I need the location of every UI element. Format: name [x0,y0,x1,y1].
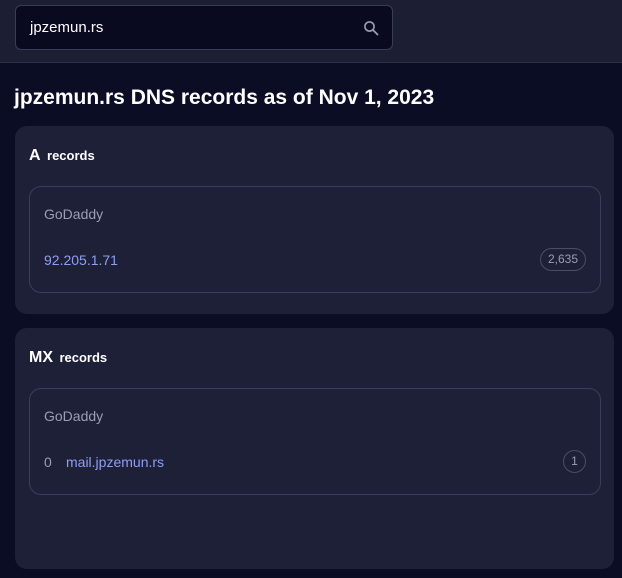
a-records-heading: A records [29,147,95,165]
record-type-suffix: records [59,350,108,365]
record-priority: 0 [44,454,52,470]
search-icon[interactable] [363,20,379,36]
record-type-suffix: records [47,148,95,163]
provider-group-godaddy: GoDaddy 0 mail.jpzemun.rs 1 [29,388,601,495]
record-value-link[interactable]: 92.205.1.71 [44,252,118,268]
record-row: 92.205.1.71 2,635 [44,248,586,274]
search-input-value[interactable]: jpzemun.rs [30,19,103,36]
provider-group-godaddy: GoDaddy 92.205.1.71 2,635 [29,186,601,293]
a-records-card: A records GoDaddy 92.205.1.71 2,635 [15,126,614,314]
record-count-badge: 1 [563,450,586,473]
search-input[interactable]: jpzemun.rs [15,5,393,50]
top-bar: jpzemun.rs [0,0,622,63]
record-count-badge: 2,635 [539,248,586,271]
provider-name: GoDaddy [44,206,104,222]
record-type-label: A [29,147,41,164]
record-type-label: MX [29,349,53,366]
mx-records-card: MX records GoDaddy 0 mail.jpzemun.rs 1 [15,328,614,569]
mx-records-heading: MX records [29,349,107,367]
page-title: jpzemun.rs DNS records as of Nov 1, 2023 [14,86,435,109]
provider-name: GoDaddy [44,408,104,424]
record-row: 0 mail.jpzemun.rs 1 [44,450,586,476]
record-value-link[interactable]: mail.jpzemun.rs [66,454,164,470]
